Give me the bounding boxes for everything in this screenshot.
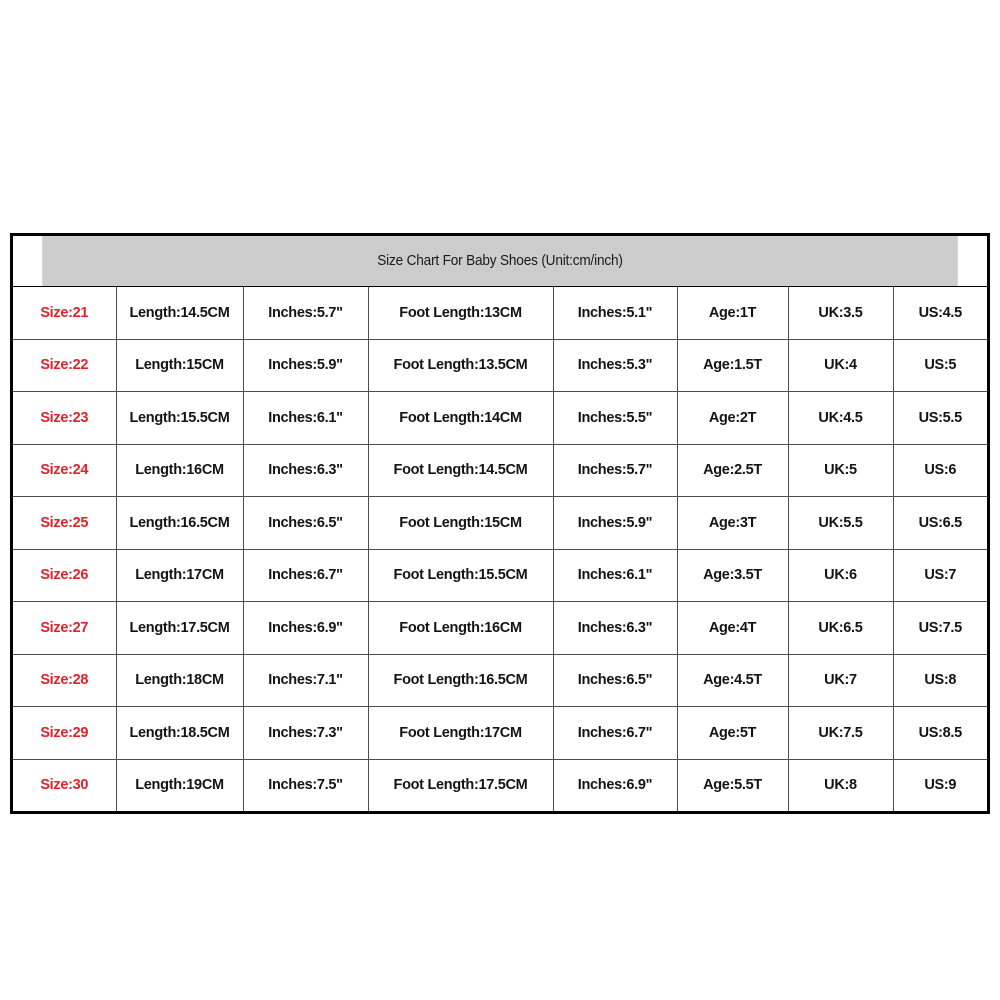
cell-age: Age:5T	[676, 706, 789, 760]
cell-length-inches: Inches:6.9"	[242, 601, 369, 655]
size-chart-table-container: Size Chart For Baby Shoes (Unit:cm/inch)…	[10, 233, 990, 814]
cell-length-inches: Inches:6.3"	[242, 443, 369, 497]
cell-us-size: US:7	[892, 548, 988, 602]
cell-length-inches: Inches:7.5"	[242, 758, 369, 811]
cell-length-inches: Inches:6.1"	[242, 391, 369, 445]
cell-foot-length: Foot Length:15CM	[367, 496, 554, 550]
table-row: Size:27 Length:17.5CM Inches:6.9" Foot Leng…	[13, 601, 988, 655]
cell-us-size: US:5.5	[892, 391, 988, 445]
cell-foot-inches: Inches:5.5"	[552, 391, 678, 445]
cell-foot-inches: Inches:6.1"	[552, 548, 678, 602]
cell-size: Size:28	[13, 653, 117, 707]
cell-size: Size:24	[13, 443, 117, 497]
cell-age: Age:4.5T	[676, 653, 789, 707]
cell-length: Length:17.5CM	[115, 601, 244, 655]
page-root: Size Chart For Baby Shoes (Unit:cm/inch)…	[0, 0, 1000, 1000]
cell-age: Age:2T	[676, 391, 789, 445]
table-row: Size:25 Length:16.5CM Inches:6.5" Foot Leng…	[13, 496, 988, 550]
cell-foot-inches: Inches:5.3"	[552, 338, 678, 392]
cell-length: Length:15.5CM	[115, 391, 244, 445]
cell-uk-size: UK:5.5	[787, 496, 894, 550]
table-row: Size:21 Length:14.5CM Inches:5.7" Foot Leng…	[13, 286, 988, 340]
cell-size: Size:22	[13, 338, 117, 392]
cell-foot-length: Foot Length:16CM	[367, 601, 554, 655]
cell-age: Age:3.5T	[676, 548, 789, 602]
cell-length: Length:16CM	[115, 443, 244, 497]
cell-length-inches: Inches:6.5"	[242, 496, 369, 550]
cell-length-inches: Inches:6.7"	[242, 548, 369, 602]
cell-uk-size: UK:4.5	[787, 391, 894, 445]
cell-age: Age:3T	[676, 496, 789, 550]
table-row: Size:26 Length:17CM Inches:6.7" Foot Length…	[13, 548, 988, 602]
cell-uk-size: UK:6.5	[787, 601, 894, 655]
cell-foot-inches: Inches:6.3"	[552, 601, 678, 655]
cell-foot-length: Foot Length:13CM	[367, 286, 554, 340]
cell-age: Age:4T	[676, 601, 789, 655]
cell-foot-inches: Inches:5.7"	[552, 443, 678, 497]
table-row: Size:28 Length:18CM Inches:7.1" Foot Length…	[13, 653, 988, 707]
table-title-row: Size Chart For Baby Shoes (Unit:cm/inch)	[13, 236, 987, 287]
cell-us-size: US:9	[892, 758, 988, 811]
cell-foot-length: Foot Length:13.5CM	[367, 338, 554, 392]
cell-age: Age:1T	[676, 286, 789, 340]
cell-size: Size:27	[13, 601, 117, 655]
cell-size: Size:29	[13, 706, 117, 760]
table-header: Size Chart For Baby Shoes (Unit:cm/inch)	[13, 236, 987, 287]
cell-size: Size:21	[13, 286, 117, 340]
cell-length: Length:19CM	[115, 758, 244, 811]
cell-length: Length:17CM	[115, 548, 244, 602]
chart-title: Size Chart For Baby Shoes (Unit:cm/inch)	[42, 236, 958, 287]
cell-length: Length:16.5CM	[115, 496, 244, 550]
cell-us-size: US:5	[892, 338, 988, 392]
cell-foot-inches: Inches:5.9"	[552, 496, 678, 550]
table-body: Size:21 Length:14.5CM Inches:5.7" Foot Leng…	[13, 286, 988, 811]
cell-length-inches: Inches:7.1"	[242, 653, 369, 707]
cell-length: Length:15CM	[115, 338, 244, 392]
cell-size: Size:30	[13, 758, 117, 811]
cell-age: Age:5.5T	[676, 758, 789, 811]
cell-uk-size: UK:3.5	[787, 286, 894, 340]
cell-uk-size: UK:7	[787, 653, 894, 707]
cell-uk-size: UK:6	[787, 548, 894, 602]
cell-foot-length: Foot Length:14.5CM	[367, 443, 554, 497]
cell-age: Age:2.5T	[676, 443, 789, 497]
cell-uk-size: UK:4	[787, 338, 894, 392]
table-row: Size:30 Length:19CM Inches:7.5" Foot Length…	[13, 758, 988, 811]
cell-foot-length: Foot Length:17.5CM	[367, 758, 554, 811]
cell-size: Size:26	[13, 548, 117, 602]
cell-foot-length: Foot Length:17CM	[367, 706, 554, 760]
cell-foot-inches: Inches:6.7"	[552, 706, 678, 760]
table-row: Size:22 Length:15CM Inches:5.9" Foot Length…	[13, 338, 988, 392]
cell-us-size: US:4.5	[892, 286, 988, 340]
cell-uk-size: UK:8	[787, 758, 894, 811]
cell-foot-length: Foot Length:14CM	[367, 391, 554, 445]
cell-us-size: US:6.5	[892, 496, 988, 550]
size-chart-table: Size Chart For Baby Shoes (Unit:cm/inch)…	[13, 236, 988, 811]
cell-length: Length:18CM	[115, 653, 244, 707]
cell-length: Length:18.5CM	[115, 706, 244, 760]
cell-length-inches: Inches:5.7"	[242, 286, 369, 340]
cell-us-size: US:8.5	[892, 706, 988, 760]
cell-foot-inches: Inches:5.1"	[552, 286, 678, 340]
cell-foot-inches: Inches:6.9"	[552, 758, 678, 811]
cell-us-size: US:6	[892, 443, 988, 497]
cell-foot-length: Foot Length:15.5CM	[367, 548, 554, 602]
table-row: Size:23 Length:15.5CM Inches:6.1" Foot Leng…	[13, 391, 988, 445]
cell-length-inches: Inches:7.3"	[242, 706, 369, 760]
cell-size: Size:25	[13, 496, 117, 550]
cell-foot-length: Foot Length:16.5CM	[367, 653, 554, 707]
cell-us-size: US:7.5	[892, 601, 988, 655]
cell-uk-size: UK:5	[787, 443, 894, 497]
cell-foot-inches: Inches:6.5"	[552, 653, 678, 707]
cell-size: Size:23	[13, 391, 117, 445]
cell-age: Age:1.5T	[676, 338, 789, 392]
cell-length: Length:14.5CM	[115, 286, 244, 340]
table-row: Size:24 Length:16CM Inches:6.3" Foot Length…	[13, 443, 988, 497]
cell-us-size: US:8	[892, 653, 988, 707]
table-row: Size:29 Length:18.5CM Inches:7.3" Foot Leng…	[13, 706, 988, 760]
cell-uk-size: UK:7.5	[787, 706, 894, 760]
cell-length-inches: Inches:5.9"	[242, 338, 369, 392]
